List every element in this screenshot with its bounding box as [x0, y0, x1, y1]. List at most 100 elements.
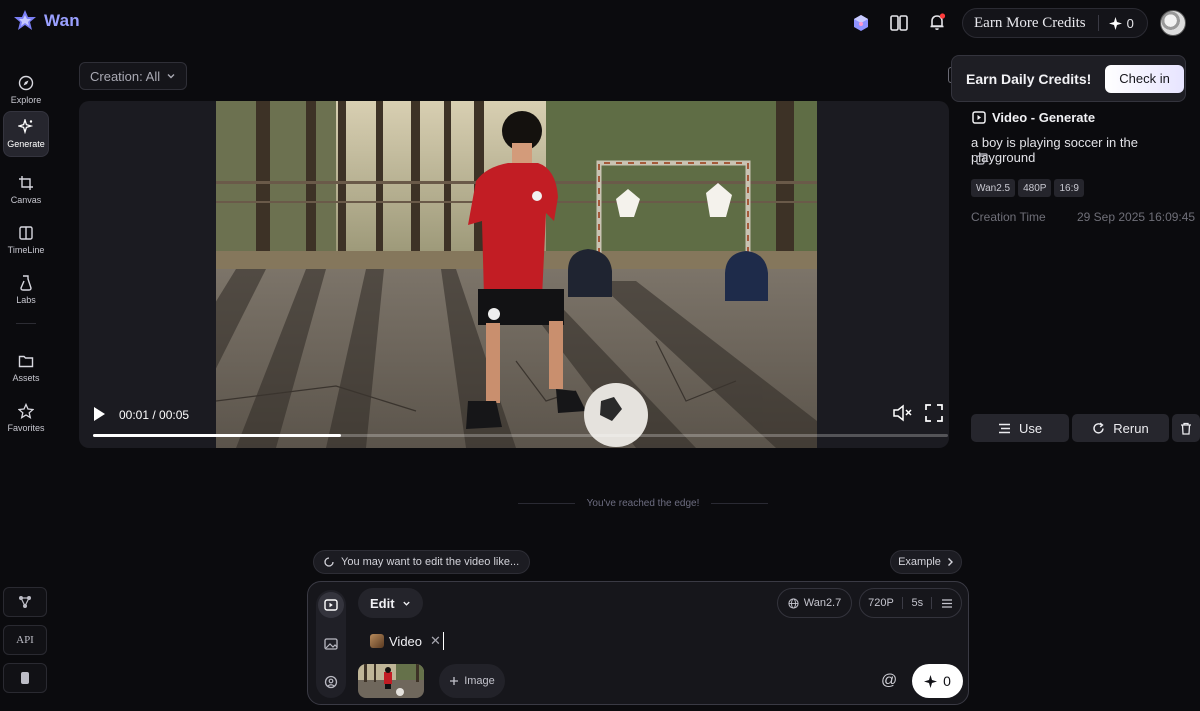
- sparkle-icon: [1108, 16, 1122, 30]
- compass-icon: [18, 75, 34, 91]
- sidebar-item-timeline[interactable]: TimeLine: [3, 217, 49, 263]
- cube-icon[interactable]: [848, 10, 874, 36]
- video-progress-bar[interactable]: [93, 434, 948, 437]
- video-player[interactable]: [216, 101, 817, 448]
- video-chip-label: Video: [389, 633, 423, 649]
- creation-time-value: 29 Sep 2025 16:09:45: [1077, 210, 1196, 224]
- plus-icon: [450, 677, 459, 685]
- sidebar-item-labs[interactable]: Labs: [3, 267, 49, 313]
- generation-type: Video - Generate: [972, 110, 1095, 125]
- play-icon[interactable]: [92, 406, 106, 422]
- remove-chip-icon[interactable]: ✕: [430, 633, 441, 649]
- edit-mode-label: Edit: [370, 595, 395, 611]
- feed-end-note: You've reached the edge!: [518, 498, 768, 509]
- video-card[interactable]: 00:01 / 00:05: [79, 101, 949, 448]
- list-icon: [998, 423, 1010, 433]
- star-icon: [18, 403, 34, 419]
- settings-sliders-icon[interactable]: [941, 598, 953, 609]
- feed-end-text: You've reached the edge!: [586, 498, 700, 509]
- resolution-tag: 480P: [1018, 179, 1052, 197]
- edit-mode-dropdown[interactable]: Edit: [358, 588, 423, 618]
- sidebar-item-label: Generate: [7, 139, 45, 149]
- globe-icon: [788, 597, 799, 609]
- video-icon: [972, 111, 986, 124]
- sidebar-item-label: Favorites: [7, 423, 45, 433]
- image-mode-button[interactable]: [318, 631, 344, 657]
- sidebar-item-label: TimeLine: [7, 245, 45, 255]
- creation-filter-dropdown[interactable]: Creation: All: [79, 62, 187, 90]
- avatar[interactable]: [1160, 10, 1186, 36]
- add-image-button[interactable]: Image: [439, 664, 505, 698]
- mute-icon[interactable]: [892, 404, 912, 422]
- sidebar-divider: [16, 323, 36, 324]
- video-mode-button[interactable]: [318, 592, 344, 618]
- app-name: Wan: [44, 11, 80, 30]
- generation-tags: Wan2.5 480P 16:9: [971, 179, 1084, 197]
- sidebar-item-explore[interactable]: Explore: [3, 67, 49, 113]
- api-button[interactable]: API: [3, 625, 47, 655]
- wan-logo-icon: [14, 10, 36, 30]
- bell-icon[interactable]: [924, 9, 950, 35]
- divider: [518, 503, 575, 504]
- sparkle-icon: [18, 119, 34, 135]
- prompt-composer: Edit Wan2.7 720P 5s Video ✕ Image @ 0: [307, 581, 969, 705]
- folder-icon: [18, 355, 34, 368]
- chevron-down-icon: [167, 74, 175, 79]
- example-button[interactable]: Example: [890, 550, 962, 574]
- sidebar-item-label: Labs: [16, 295, 36, 305]
- creation-time-label: Creation Time: [971, 210, 1046, 224]
- daily-credits-popover: Earn Daily Credits! Check in: [951, 55, 1186, 102]
- model-selector[interactable]: Wan2.7: [777, 588, 852, 618]
- rerun-label: Rerun: [1113, 420, 1149, 436]
- divider: [902, 597, 904, 609]
- avatar-mode-button[interactable]: [318, 669, 344, 695]
- rerun-button[interactable]: Rerun: [1072, 414, 1169, 442]
- mention-button[interactable]: @: [881, 672, 897, 690]
- chevron-down-icon: [402, 601, 410, 606]
- refresh-icon: [1093, 421, 1104, 434]
- video-frame-image: [216, 101, 817, 448]
- image-icon: [324, 638, 338, 650]
- sidebar-item-label: Assets: [12, 373, 40, 383]
- earn-credits-label: Earn More Credits: [974, 14, 1086, 31]
- copy-icon[interactable]: [976, 153, 988, 165]
- reference-video-thumbnail[interactable]: [358, 664, 424, 698]
- credit-count: 0: [1126, 15, 1134, 31]
- thumbnail-image: [358, 664, 424, 698]
- sidebar-item-canvas[interactable]: Canvas: [3, 167, 49, 213]
- generation-type-label: Video - Generate: [992, 110, 1096, 125]
- delete-button[interactable]: [1172, 414, 1200, 442]
- crop-icon: [19, 176, 33, 190]
- video-icon: [324, 599, 338, 611]
- sidebar-item-label: Explore: [10, 95, 42, 105]
- sidebar-item-generate[interactable]: Generate: [3, 111, 49, 157]
- fullscreen-icon[interactable]: [925, 404, 943, 422]
- use-label: Use: [1018, 420, 1043, 436]
- generate-button[interactable]: 0: [912, 664, 963, 698]
- mobile-app-button[interactable]: [3, 663, 47, 693]
- earn-credits-button[interactable]: Earn More Credits 0: [962, 8, 1148, 38]
- community-button[interactable]: [3, 587, 47, 617]
- app-logo[interactable]: Wan: [12, 8, 80, 34]
- check-in-button[interactable]: Check in: [1105, 64, 1184, 93]
- layout-panels-icon[interactable]: [886, 10, 912, 36]
- use-button[interactable]: Use: [971, 414, 1069, 442]
- generate-cost: 0: [943, 673, 951, 689]
- aspect-ratio-tag: 16:9: [1054, 179, 1084, 197]
- divider: [1097, 15, 1099, 31]
- edit-suggestion[interactable]: You may want to edit the video like...: [313, 550, 531, 574]
- generation-options[interactable]: 720P 5s: [859, 588, 962, 618]
- add-image-label: Image: [464, 675, 495, 687]
- trash-icon: [1181, 422, 1191, 435]
- sidebar-item-assets[interactable]: Assets: [3, 345, 49, 391]
- resolution-option[interactable]: 720P: [868, 597, 894, 609]
- timeline-icon: [19, 226, 33, 240]
- sidebar-item-favorites[interactable]: Favorites: [3, 395, 49, 441]
- flask-icon: [20, 275, 32, 291]
- model-label: Wan2.7: [803, 597, 842, 609]
- video-reference-chip[interactable]: Video ✕: [370, 631, 441, 651]
- prompt-text: a boy is playing soccer in the playgroun…: [971, 135, 1138, 165]
- video-time: 00:01 / 00:05: [119, 408, 190, 422]
- filter-label: Creation: All: [90, 68, 161, 84]
- duration-option[interactable]: 5s: [912, 597, 924, 609]
